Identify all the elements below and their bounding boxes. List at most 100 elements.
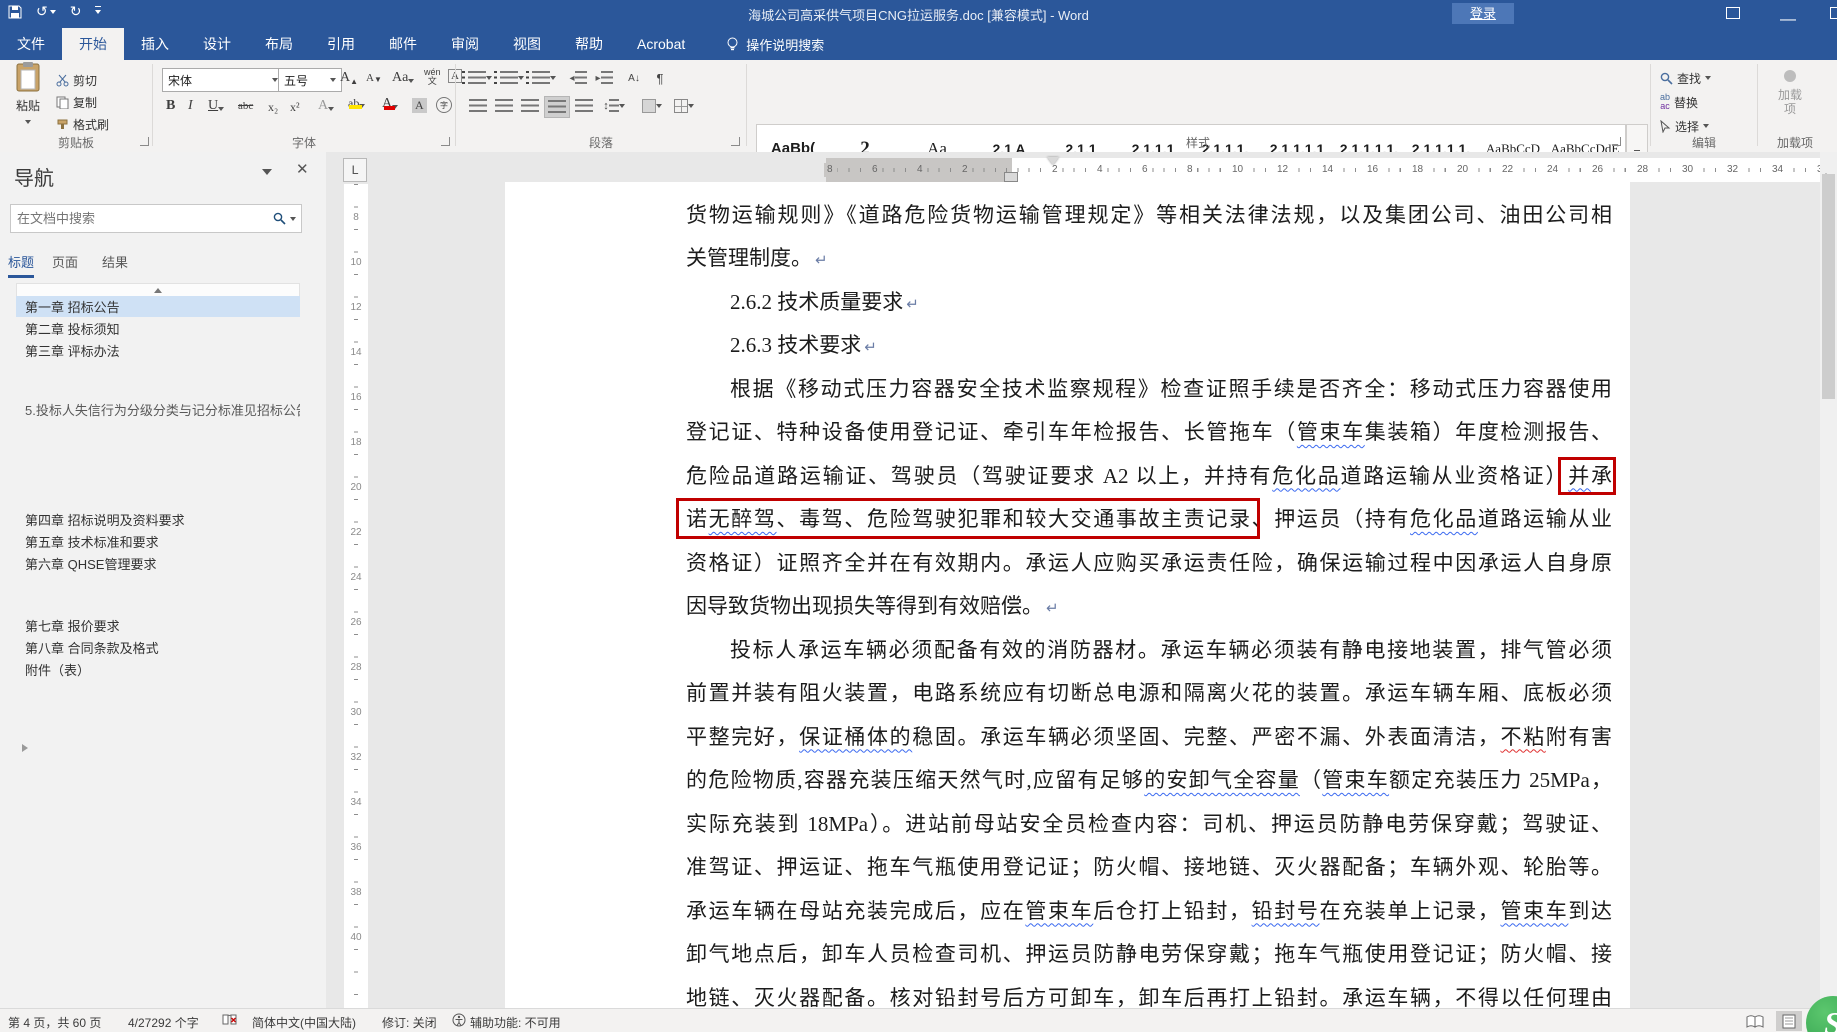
nav-item[interactable]: 第二章 投标须知 (16, 318, 300, 339)
sign-in-button[interactable]: 登录 (1452, 3, 1514, 24)
scroll-up-icon[interactable] (1822, 156, 1830, 178)
borders-icon[interactable] (672, 96, 696, 116)
nav-item[interactable]: 附件（表） (16, 659, 300, 680)
document-line: 地链、灭火器配备。核对铅封号后方可卸车，卸车后再打上铅封。承运车辆，不得以任何理… (686, 985, 1612, 1009)
scrollbar-thumb[interactable] (1822, 174, 1835, 399)
show-marks-icon[interactable]: ¶ (648, 68, 672, 88)
nav-search-input[interactable] (11, 211, 273, 226)
font-size-combo[interactable]: 五号 (278, 68, 342, 92)
nav-chevron-down-icon[interactable] (262, 166, 272, 185)
page-indicator[interactable]: 第 4 页，共 60 页 (8, 1014, 101, 1031)
subscript-icon[interactable]: x₂ (268, 100, 278, 115)
first-line-indent-marker[interactable] (1047, 157, 1059, 165)
nav-close-icon[interactable]: ✕ (296, 160, 309, 178)
align-center-icon[interactable] (492, 96, 516, 116)
align-right-icon[interactable] (518, 96, 542, 116)
proofing-icon[interactable] (222, 1013, 237, 1030)
change-case-icon[interactable]: Aa (392, 70, 415, 86)
document-line: 根据《移动式压力容器安全技术监察规程》检查证照手续是否齐全：移动式压力容器使用 (730, 376, 1612, 401)
nav-item[interactable]: 第五章 技术标准和要求 (16, 531, 300, 552)
nav-item[interactable]: 第一章 招标公告 (16, 296, 300, 317)
copy-button[interactable]: 复制 (56, 92, 97, 112)
nav-tab-页面[interactable]: 页面 (52, 252, 78, 271)
replace-button[interactable]: ab ac 替换 (1660, 92, 1698, 112)
nav-search-icon[interactable] (273, 212, 286, 225)
tab-Acrobat[interactable]: Acrobat (620, 28, 702, 60)
document-line: 的危险物质,容器充装压缩天然气时,应留有足够的安卸气全容量（管束车额定充装压力 … (686, 768, 1613, 792)
styles-dialog-launcher[interactable] (1612, 137, 1621, 146)
read-mode-button[interactable] (1742, 1011, 1768, 1031)
nav-item[interactable]: 第七章 报价要求 (16, 615, 300, 636)
nav-search-dropdown-icon[interactable] (290, 216, 296, 224)
left-indent-marker[interactable] (1004, 172, 1018, 182)
tab-邮件[interactable]: 邮件 (372, 28, 434, 60)
decrease-indent-icon[interactable]: ◂ (566, 68, 590, 88)
grow-font-icon[interactable]: A ▲ (340, 70, 358, 86)
paragraph-dialog-launcher[interactable] (731, 137, 740, 146)
ribbon-display-options-icon[interactable] (1726, 6, 1740, 22)
nav-item[interactable]: 第四章 招标说明及资料要求 (16, 509, 300, 530)
character-shading-icon[interactable]: A (412, 98, 427, 113)
underline-icon[interactable]: U (208, 98, 225, 114)
numbering-icon[interactable] (494, 68, 524, 88)
tab-开始[interactable]: 开始 (62, 28, 124, 60)
strikethrough-icon[interactable]: abc (238, 100, 253, 112)
align-left-icon[interactable] (466, 96, 490, 116)
nav-collapsed-item-icon[interactable] (22, 744, 28, 752)
ruler-number: 34 (1769, 163, 1787, 177)
font-dialog-launcher[interactable] (441, 137, 450, 146)
nav-item[interactable]: 5.投标人失信行为分级分类与记分标准见招标公告... (16, 399, 300, 420)
tab-布局[interactable]: 布局 (248, 28, 310, 60)
nav-item[interactable]: 第三章 评标办法 (16, 340, 300, 361)
line-spacing-icon[interactable]: ↕ (602, 96, 626, 116)
tab-设计[interactable]: 设计 (186, 28, 248, 60)
justify-icon[interactable] (544, 96, 570, 118)
italic-icon[interactable]: I (188, 98, 193, 114)
bold-icon[interactable]: B (166, 98, 175, 114)
superscript-icon[interactable]: x² (290, 100, 300, 115)
accessibility-status[interactable]: 辅助功能: 不可用 (470, 1014, 561, 1031)
clipboard-dialog-launcher[interactable] (140, 137, 149, 146)
track-changes-indicator[interactable]: 修订: 关闭 (382, 1014, 437, 1031)
tell-me-search[interactable]: 操作说明搜索 (702, 28, 824, 60)
tab-帮助[interactable]: 帮助 (558, 28, 620, 60)
document-page[interactable]: 执行《中华人民共和国安全生产法》《危险化学品安全管理条例》《汽车危险货物运输规则… (505, 182, 1630, 1008)
tab-视图[interactable]: 视图 (496, 28, 558, 60)
select-button[interactable]: 选择 (1660, 116, 1710, 136)
word-count[interactable]: 4/27292 个字 (128, 1014, 199, 1031)
multilevel-list-icon[interactable] (526, 68, 556, 88)
tab-文件[interactable]: 文件 (0, 28, 62, 60)
text-effects-icon[interactable]: A (318, 98, 335, 114)
minimize-icon[interactable]: — (1780, 11, 1796, 28)
highlight-color-icon[interactable]: ab (348, 96, 366, 111)
tab-插入[interactable]: 插入 (124, 28, 186, 60)
tab-selector[interactable]: L (343, 158, 367, 182)
format-painter-button[interactable]: 格式刷 (56, 114, 109, 134)
maximize-icon[interactable] (1830, 6, 1837, 22)
font-name-combo[interactable]: 宋体 (162, 68, 284, 92)
find-button[interactable]: 查找 (1660, 68, 1712, 88)
phonetic-guide-icon[interactable]: wén 文 (424, 68, 441, 86)
distribute-icon[interactable] (572, 96, 596, 116)
tab-审阅[interactable]: 审阅 (434, 28, 496, 60)
language-indicator[interactable]: 简体中文(中国大陆) (252, 1014, 356, 1031)
cut-button[interactable]: 剪切 (56, 70, 97, 90)
increase-indent-icon[interactable]: ▸ (592, 68, 616, 88)
vertical-scrollbar[interactable] (1820, 152, 1837, 1008)
print-layout-button[interactable] (1776, 1011, 1802, 1031)
nav-tab-标题[interactable]: 标题 (8, 252, 35, 278)
shrink-font-icon[interactable]: A ▼ (366, 72, 382, 84)
nav-tab-结果[interactable]: 结果 (102, 252, 128, 271)
bullets-icon[interactable] (462, 68, 492, 88)
sort-icon[interactable]: A↓ (622, 68, 646, 88)
enclose-characters-icon[interactable]: 字 (436, 97, 452, 113)
clipboard-icon (16, 62, 40, 92)
font-color-icon[interactable]: A (382, 96, 399, 112)
nav-item[interactable]: 第八章 合同条款及格式 (16, 637, 300, 658)
shading-icon[interactable] (640, 96, 664, 116)
tab-引用[interactable]: 引用 (310, 28, 372, 60)
nav-item[interactable]: 第六章 QHSE管理要求 (16, 553, 300, 574)
ruler-number: 12 (344, 302, 368, 313)
nav-scroll-up-bar[interactable] (16, 283, 300, 297)
paste-button[interactable]: 粘贴 (6, 62, 50, 128)
